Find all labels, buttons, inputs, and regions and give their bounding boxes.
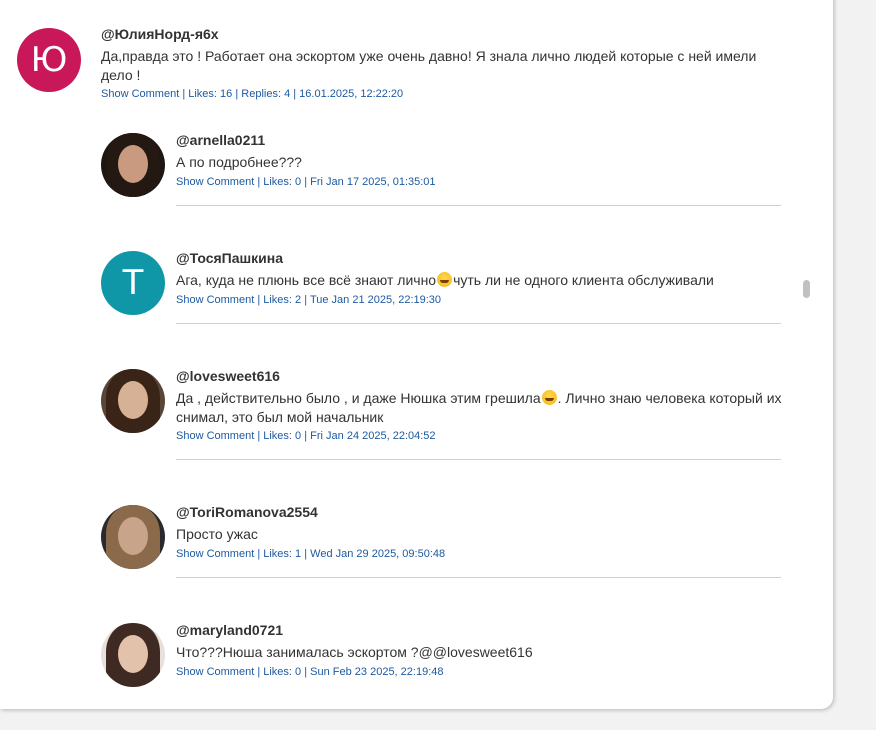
meta-separator: |	[304, 548, 308, 560]
meta-separator: |	[304, 294, 308, 306]
divider	[176, 459, 781, 460]
reply-meta: Show Comment | Likes: 1 | Wed Jan 29 202…	[176, 548, 445, 560]
reply-text-part: чуть ли не одного клиента обслуживали	[453, 272, 714, 288]
meta-separator: |	[257, 294, 261, 306]
comment-text: Да,правда это ! Работает она эскортом уж…	[101, 48, 757, 83]
reply-text: Что???Нюша занималась эскортом ?@@lovesw…	[176, 644, 533, 660]
show-comment-link[interactable]: Show Comment	[176, 294, 254, 306]
replies-count[interactable]: Replies: 4	[241, 88, 290, 100]
likes-count[interactable]: Likes: 2	[263, 294, 301, 306]
avatar[interactable]	[101, 369, 165, 433]
reply-username[interactable]: @ToriRomanova2554	[176, 504, 318, 520]
likes-count[interactable]: Likes: 1	[263, 548, 301, 560]
meta-separator: |	[257, 548, 261, 560]
show-comment-link[interactable]: Show Comment	[101, 88, 179, 100]
reply-date: Wed Jan 29 2025, 09:50:48	[310, 548, 446, 560]
meta-separator: |	[304, 666, 308, 678]
grinning-sweat-emoji-icon	[437, 272, 453, 287]
reply-date: Sun Feb 23 2025, 22:19:48	[310, 666, 444, 678]
show-comment-link[interactable]: Show Comment	[176, 176, 254, 188]
reply-meta: Show Comment | Likes: 2 | Tue Jan 21 202…	[176, 294, 441, 306]
comments-card	[0, 0, 833, 709]
reply-text-part: Да , действительно было , и даже Нюшка э…	[176, 390, 541, 406]
show-comment-link[interactable]: Show Comment	[176, 548, 254, 560]
divider	[176, 323, 781, 324]
avatar[interactable]: T	[101, 251, 165, 315]
reply-username[interactable]: @maryland0721	[176, 622, 283, 638]
meta-separator: |	[257, 176, 261, 188]
reply-meta: Show Comment | Likes: 0 | Sun Feb 23 202…	[176, 666, 444, 678]
likes-count[interactable]: Likes: 0	[263, 176, 301, 188]
reply-date: Fri Jan 24 2025, 22:04:52	[310, 430, 436, 442]
divider	[176, 577, 781, 578]
avatar[interactable]	[101, 505, 165, 569]
likes-count[interactable]: Likes: 0	[263, 430, 301, 442]
avatar[interactable]	[101, 133, 165, 197]
meta-separator: |	[235, 88, 239, 100]
scrollbar-thumb[interactable]	[803, 280, 810, 298]
reply-text: Ага, куда не плюнь все всё знают лично чу…	[176, 271, 786, 290]
reply-username[interactable]: @lovesweet616	[176, 368, 280, 384]
avatar[interactable]	[101, 623, 165, 687]
comment-username[interactable]: @ЮлияНорд-я6х	[101, 26, 219, 42]
likes-count[interactable]: Likes: 0	[263, 666, 301, 678]
meta-separator: |	[257, 666, 261, 678]
meta-separator: |	[304, 176, 308, 188]
reply-meta: Show Comment | Likes: 0 | Fri Jan 17 202…	[176, 176, 436, 188]
show-comment-link[interactable]: Show Comment	[176, 430, 254, 442]
grinning-sweat-emoji-icon	[541, 390, 557, 405]
reply-text: А по подробнее???	[176, 154, 302, 170]
reply-text-part: Ага, куда не плюнь все всё знают лично	[176, 272, 437, 288]
avatar[interactable]: Ю	[17, 28, 81, 92]
comment-meta: Show Comment | Likes: 16 | Replies: 4 | …	[101, 88, 403, 100]
meta-separator: |	[257, 430, 261, 442]
reply-username[interactable]: @ТосяПашкина	[176, 250, 283, 266]
show-comment-link[interactable]: Show Comment	[176, 666, 254, 678]
reply-date: Fri Jan 17 2025, 01:35:01	[310, 176, 436, 188]
reply-date: Tue Jan 21 2025, 22:19:30	[309, 294, 442, 306]
meta-separator: |	[293, 88, 297, 100]
reply-text: Просто ужас	[176, 526, 258, 542]
reply-text: Да , действительно было , и даже Нюшка э…	[176, 389, 786, 427]
divider	[176, 205, 781, 206]
meta-separator: |	[304, 430, 308, 442]
likes-count[interactable]: Likes: 16	[188, 88, 232, 100]
reply-meta: Show Comment | Likes: 0 | Fri Jan 24 202…	[176, 430, 436, 442]
meta-separator: |	[182, 88, 186, 100]
comment-date: 16.01.2025, 12:22:20	[299, 88, 404, 100]
reply-username[interactable]: @arnella0211	[176, 132, 265, 148]
